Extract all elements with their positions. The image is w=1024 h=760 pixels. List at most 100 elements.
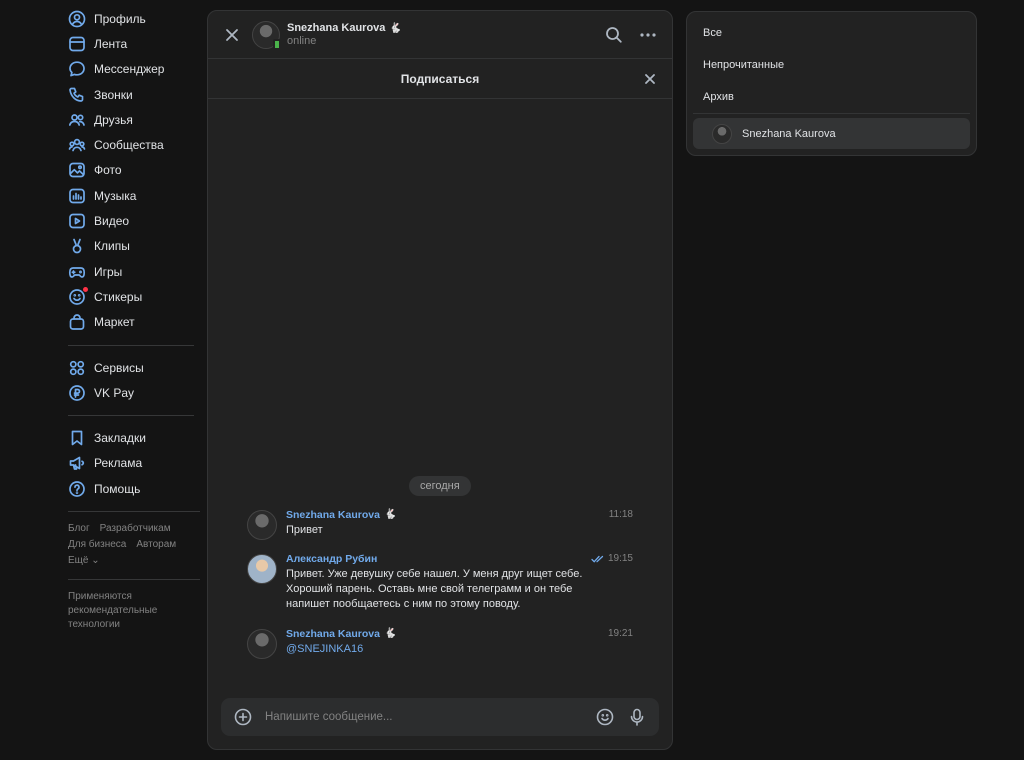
nav-item-services[interactable]: Сервисы <box>60 355 204 380</box>
nav-label: Фото <box>94 163 122 178</box>
footer-link-blog[interactable]: Блог <box>68 521 90 537</box>
nav-item-help[interactable]: Помощь <box>60 476 204 501</box>
message-item: Александр Рубин 19:15 Привет. Уже девушк… <box>247 552 633 612</box>
nav-label: Лента <box>94 36 128 51</box>
read-checkmarks-icon <box>591 555 604 563</box>
bookmark-icon <box>68 429 86 447</box>
close-subscribe-bar-button[interactable] <box>638 67 662 91</box>
emoji-button[interactable] <box>593 705 617 729</box>
nav-item-feed[interactable]: Лента <box>60 31 204 56</box>
folder-unread[interactable]: Непрочитанные <box>687 49 976 81</box>
online-mobile-indicator <box>273 38 281 50</box>
help-icon <box>68 480 86 498</box>
message-avatar[interactable] <box>247 554 277 584</box>
clips-icon <box>68 237 86 255</box>
nav-item-games[interactable]: Игры <box>60 259 204 284</box>
message-time: 11:18 <box>608 509 633 520</box>
more-icon <box>640 32 656 37</box>
video-icon <box>68 212 86 230</box>
message-avatar[interactable] <box>247 510 277 540</box>
emoji-status-icon: 🐇 <box>383 509 397 520</box>
nav-label: Закладки <box>94 431 146 446</box>
footer-links: Блог Разработчикам Для бизнеса Авторам Е… <box>60 521 204 569</box>
search-icon <box>606 26 622 43</box>
nav-item-stickers[interactable]: Стикеры <box>60 284 204 309</box>
nav-divider <box>68 415 194 417</box>
nav-item-music[interactable]: Музыка <box>60 183 204 208</box>
message-item: Snezhana Kaurova 🐇 19:21 @SNEJINKA16 <box>247 627 633 659</box>
folder-all[interactable]: Все <box>687 17 976 49</box>
plus-circle-icon <box>234 708 252 726</box>
recommendation-note[interactable]: Применяются рекомендательные технологии <box>60 590 170 632</box>
sticker-icon <box>68 286 88 306</box>
message-avatar[interactable] <box>247 629 277 659</box>
nav-label: Профиль <box>94 11 146 26</box>
folder-archive[interactable]: Архив <box>687 81 976 113</box>
message-author[interactable]: Snezhana Kaurova <box>286 627 380 641</box>
nav-item-communities[interactable]: Сообщества <box>60 132 204 157</box>
nav-item-profile[interactable]: Профиль <box>60 6 204 31</box>
nav-item-video[interactable]: Видео <box>60 208 204 233</box>
nav-label: Реклама <box>94 456 143 471</box>
feed-icon <box>68 35 86 53</box>
active-chat-avatar <box>712 123 732 144</box>
subscribe-bar: Подписаться <box>208 59 672 99</box>
message-mention-link[interactable]: @SNEJINKA16 <box>286 642 633 657</box>
smile-icon <box>596 708 614 726</box>
nav-label: Маркет <box>94 315 135 330</box>
gamepad-icon <box>68 263 86 281</box>
close-icon <box>226 28 238 41</box>
nav-label: VK Pay <box>94 385 135 400</box>
nav-divider <box>68 344 194 346</box>
communities-icon <box>68 136 86 154</box>
user-icon <box>68 10 86 28</box>
close-chat-button[interactable] <box>220 23 244 47</box>
contact-info[interactable]: Snezhana Kaurova 🐇 online <box>287 22 602 47</box>
market-icon <box>68 313 86 331</box>
active-chat-name: Snezhana Kaurova <box>742 127 836 140</box>
nav-label: Помощь <box>94 481 141 496</box>
nav-label: Видео <box>94 214 130 229</box>
nav-item-ads[interactable]: Реклама <box>60 451 204 476</box>
message-time-wrap: 19:15 <box>591 553 633 564</box>
nav-label: Сообщества <box>94 138 164 153</box>
search-button[interactable] <box>602 23 626 47</box>
nav-item-clips[interactable]: Клипы <box>60 234 204 259</box>
active-chat-item[interactable]: Snezhana Kaurova <box>693 118 970 149</box>
footer-link-business[interactable]: Для бизнеса <box>68 537 126 553</box>
contact-name: Snezhana Kaurova <box>287 22 386 34</box>
notification-dot <box>83 286 88 292</box>
nav-item-photo[interactable]: Фото <box>60 158 204 183</box>
megaphone-icon <box>68 454 86 472</box>
date-divider: сегодня <box>409 476 471 496</box>
message-text: Привет <box>286 524 323 536</box>
vkpay-icon <box>68 384 86 402</box>
nav-item-bookmarks[interactable]: Закладки <box>60 425 204 450</box>
contact-avatar[interactable] <box>252 20 281 50</box>
nav-item-vkpay[interactable]: VK Pay <box>60 380 204 405</box>
friends-icon <box>68 111 86 129</box>
message-input[interactable] <box>265 711 593 723</box>
message-composer <box>221 698 659 736</box>
nav-label: Друзья <box>94 112 133 127</box>
message-author[interactable]: Александр Рубин <box>286 552 377 566</box>
message-author[interactable]: Snezhana Kaurova <box>286 508 380 522</box>
footer-link-authors[interactable]: Авторам <box>136 537 176 553</box>
nav-label: Клипы <box>94 239 130 254</box>
nav-item-calls[interactable]: Звонки <box>60 82 204 107</box>
music-icon <box>68 187 86 205</box>
nav-item-market[interactable]: Маркет <box>60 310 204 335</box>
footer-link-developers[interactable]: Разработчикам <box>100 521 171 537</box>
emoji-status-icon: 🐇 <box>389 22 402 34</box>
footer-link-more[interactable]: Ещё ⌄ <box>68 553 100 569</box>
phone-icon <box>68 86 86 104</box>
more-options-button[interactable] <box>636 23 660 47</box>
message-item: Snezhana Kaurova 🐇 11:18 Привет <box>247 508 633 540</box>
attach-button[interactable] <box>231 705 255 729</box>
nav-item-messenger[interactable]: Мессенджер <box>60 57 204 82</box>
subscribe-button[interactable]: Подписаться <box>401 72 479 86</box>
message-time: 19:15 <box>607 553 633 564</box>
voice-message-button[interactable] <box>625 705 649 729</box>
nav-item-friends[interactable]: Друзья <box>60 107 204 132</box>
message-icon <box>68 60 86 78</box>
